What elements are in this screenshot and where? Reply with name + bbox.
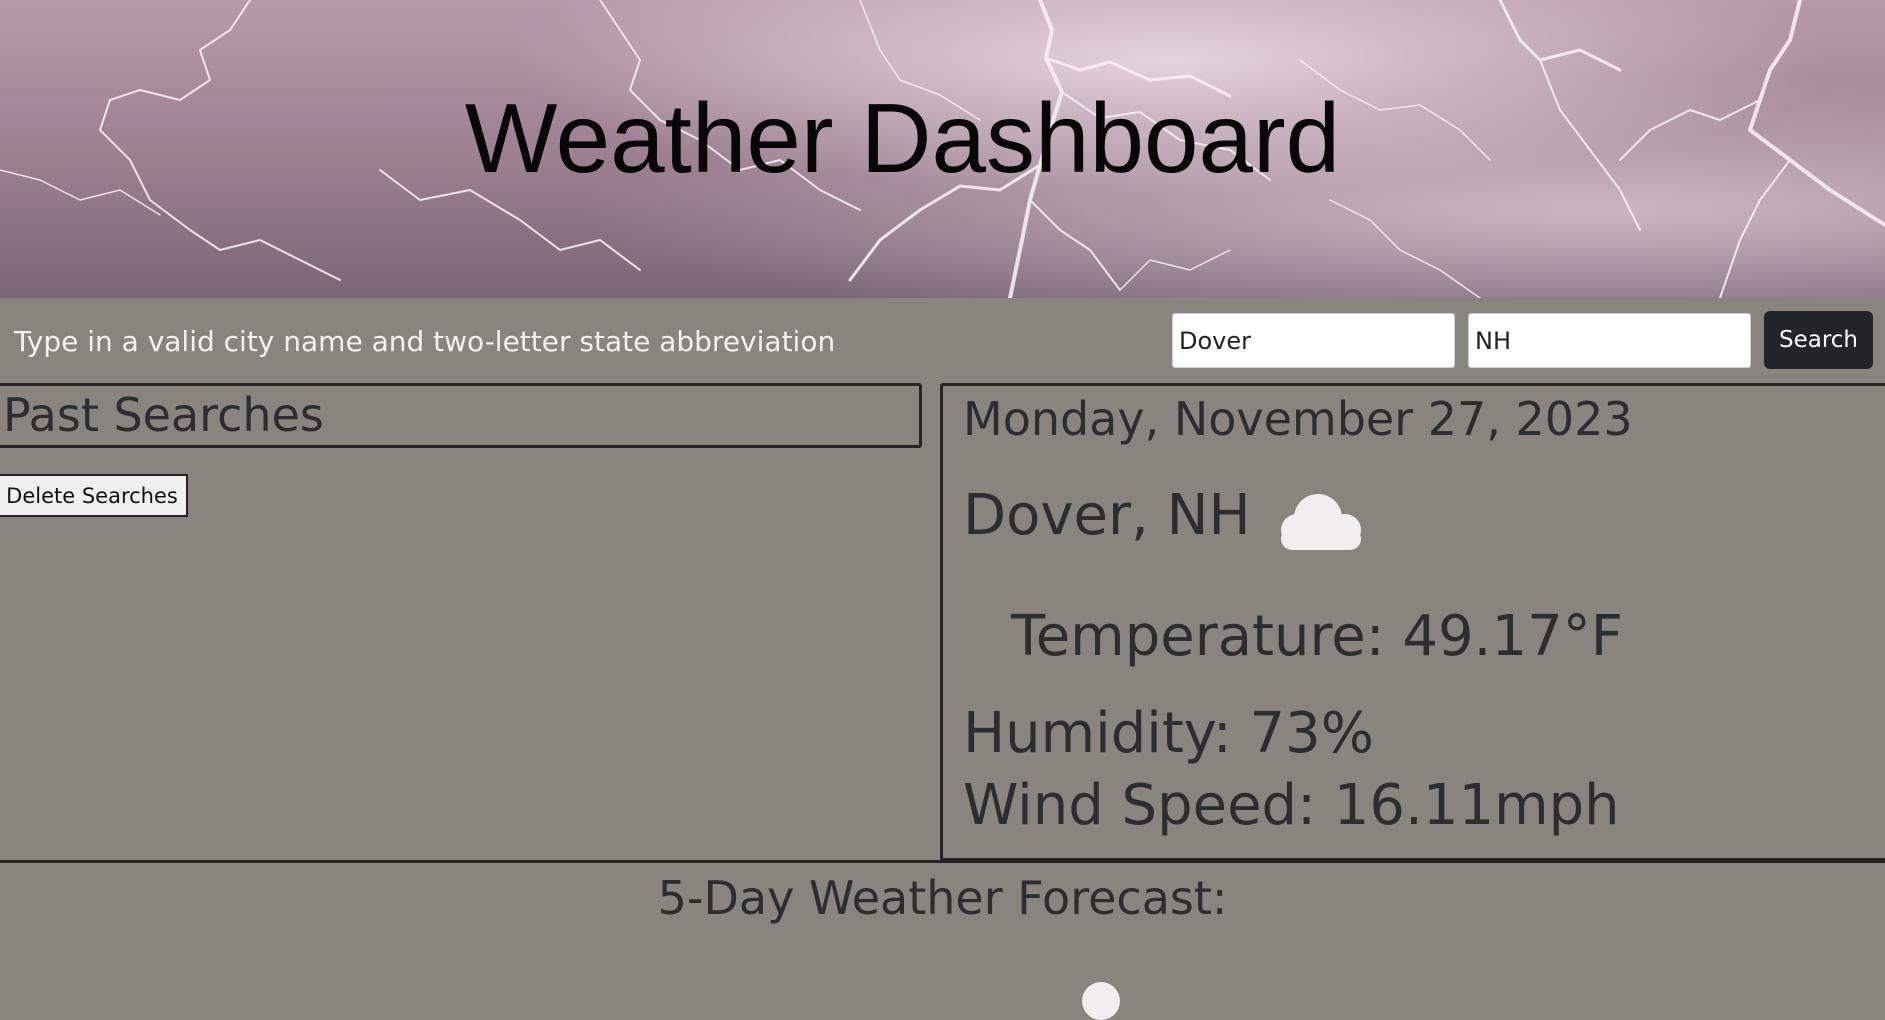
delete-searches-button[interactable]: Delete Searches xyxy=(0,474,188,517)
search-button[interactable]: Search xyxy=(1764,311,1873,369)
search-instructions: Type in a valid city name and two-letter… xyxy=(14,325,836,358)
header-banner: Weather Dashboard xyxy=(0,0,1885,298)
current-location: Dover, NH xyxy=(963,483,1251,548)
temperature-value: Temperature: 49.17°F xyxy=(1011,604,1623,669)
current-weather-panel: Monday, November 27, 2023 Dover, NH Temp… xyxy=(940,383,1885,861)
cloud-icon xyxy=(1281,494,1361,550)
forecast-title: 5-Day Weather Forecast: xyxy=(657,871,1228,925)
wind-speed-value: Wind Speed: 16.11mph xyxy=(963,773,1620,838)
past-searches-title: Past Searches xyxy=(3,388,324,442)
humidity-value: Humidity: 73% xyxy=(963,701,1374,766)
page-title: Weather Dashboard xyxy=(464,83,1341,193)
section-divider xyxy=(0,860,1885,863)
past-searches-panel: Past Searches xyxy=(0,383,922,448)
forecast-weather-icon xyxy=(1082,982,1120,1020)
state-input[interactable] xyxy=(1468,313,1751,368)
current-date: Monday, November 27, 2023 xyxy=(963,392,1633,446)
city-input[interactable] xyxy=(1172,313,1455,368)
